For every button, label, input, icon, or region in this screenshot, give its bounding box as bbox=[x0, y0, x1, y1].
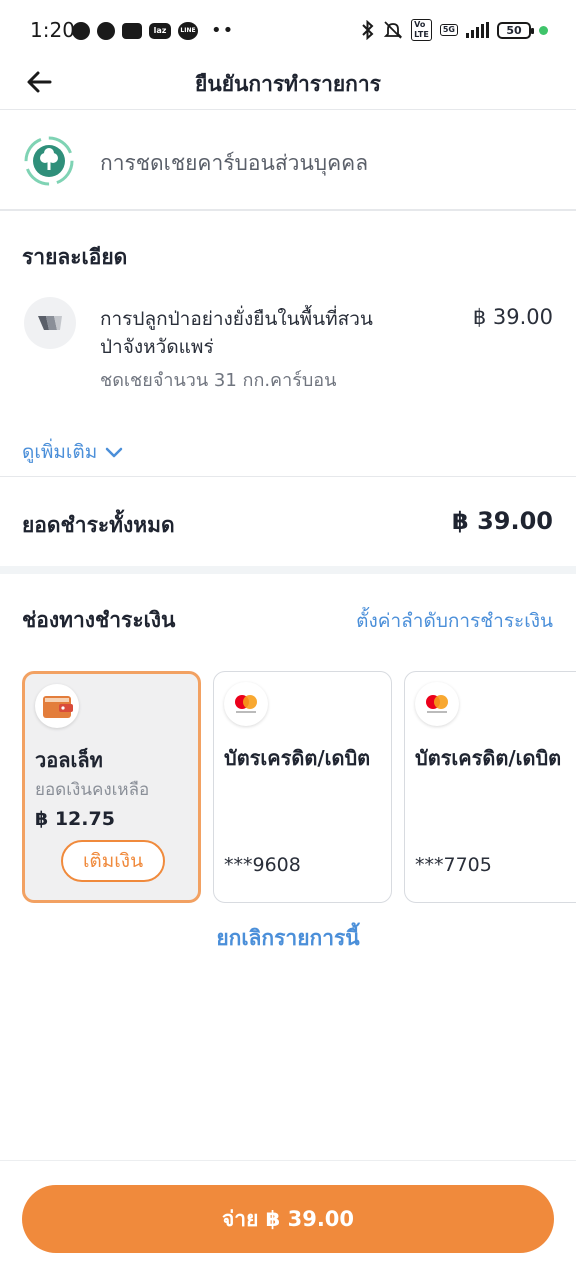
mastercard-icon bbox=[224, 682, 268, 726]
project-name: การปลูกป่าอย่างยั่งยืนในพื้นที่สวนป่าจัง… bbox=[100, 308, 373, 358]
mastercard-logo-icon bbox=[235, 695, 257, 713]
credit-card-option[interactable]: บัตรเครดิต/เดบิต ***9608 bbox=[213, 671, 392, 903]
header: ยืนยันการทำรายการ bbox=[0, 56, 576, 110]
program-name: การชดเชยคาร์บอนส่วนบุคคล bbox=[100, 151, 369, 175]
wallet-balance: ฿ 12.75 bbox=[35, 808, 115, 830]
wallet-title: วอลเล็ท bbox=[35, 748, 103, 772]
mute-icon bbox=[383, 21, 403, 39]
line-icon: LINE bbox=[178, 21, 198, 40]
messenger-icon bbox=[97, 21, 115, 40]
page-title: ยืนยันการทำรายการ bbox=[195, 72, 381, 96]
project-logo bbox=[24, 297, 76, 349]
system-icons: Vo LTE 5G 50 bbox=[361, 19, 548, 41]
status-bar: 1:20 laz LINE •• Vo LTE 5G 50 bbox=[0, 0, 576, 60]
card-title: บัตรเครดิต/เดบิต bbox=[415, 746, 562, 770]
messenger-icon bbox=[72, 21, 90, 40]
chevron-down-icon bbox=[106, 447, 123, 458]
footer: จ่าย ฿ 39.00 bbox=[0, 1160, 576, 1280]
more-notifications-icon: •• bbox=[211, 20, 235, 41]
credit-card-option[interactable]: บัตรเครดิต/เดบิต ***7705 bbox=[404, 671, 576, 903]
wallet-glyph-icon bbox=[43, 696, 73, 718]
carbon-offset-icon bbox=[24, 136, 74, 186]
wallet-icon bbox=[35, 684, 79, 728]
mastercard-icon bbox=[415, 682, 459, 726]
card-number: ***9608 bbox=[224, 854, 301, 876]
see-more-label: ดูเพิ่มเติม bbox=[22, 441, 98, 463]
shop-icon bbox=[122, 22, 142, 39]
offset-amount: ชดเชยจำนวน 31 กก.คาร์บอน bbox=[100, 370, 337, 391]
project-logo-icon bbox=[38, 316, 62, 330]
signal-icon bbox=[466, 22, 489, 38]
volte-icon: Vo LTE bbox=[411, 19, 432, 41]
section-divider bbox=[0, 566, 576, 574]
wallet-balance-label: ยอดเงินคงเหลือ bbox=[35, 780, 150, 800]
bluetooth-icon bbox=[362, 20, 374, 40]
card-title: บัตรเครดิต/เดบิต bbox=[224, 746, 371, 770]
mastercard-logo-icon bbox=[426, 695, 448, 713]
total-row: ยอดชำระทั้งหมด ฿ 39.00 bbox=[0, 476, 576, 568]
lazada-icon: laz bbox=[149, 22, 171, 39]
card-number: ***7705 bbox=[415, 854, 492, 876]
total-amount: ฿ 39.00 bbox=[452, 507, 553, 535]
details-title: รายละเอียด bbox=[22, 245, 128, 269]
notification-icons: laz LINE •• bbox=[72, 20, 234, 41]
network-type-icon: 5G bbox=[439, 24, 458, 36]
see-more-link[interactable]: ดูเพิ่มเติม bbox=[22, 437, 123, 467]
privacy-indicator-icon bbox=[539, 25, 548, 35]
item-price: ฿ 39.00 bbox=[472, 305, 553, 329]
payment-order-settings-link[interactable]: ตั้งค่าลำดับการชำระเงิน bbox=[356, 606, 553, 636]
cancel-transaction-link[interactable]: ยกเลิกรายการนี้ bbox=[0, 922, 576, 955]
wallet-card[interactable]: วอลเล็ท ยอดเงินคงเหลือ ฿ 12.75 เติมเงิน bbox=[22, 671, 201, 903]
program-row: การชดเชยคาร์บอนส่วนบุคคล bbox=[0, 111, 576, 211]
battery-icon: 50 bbox=[497, 21, 534, 39]
payment-title: ช่องทางชำระเงิน bbox=[22, 608, 176, 632]
total-label: ยอดชำระทั้งหมด bbox=[22, 513, 175, 537]
status-time: 1:20 bbox=[30, 18, 75, 42]
topup-button[interactable]: เติมเงิน bbox=[61, 840, 165, 882]
pay-button[interactable]: จ่าย ฿ 39.00 bbox=[22, 1185, 554, 1253]
